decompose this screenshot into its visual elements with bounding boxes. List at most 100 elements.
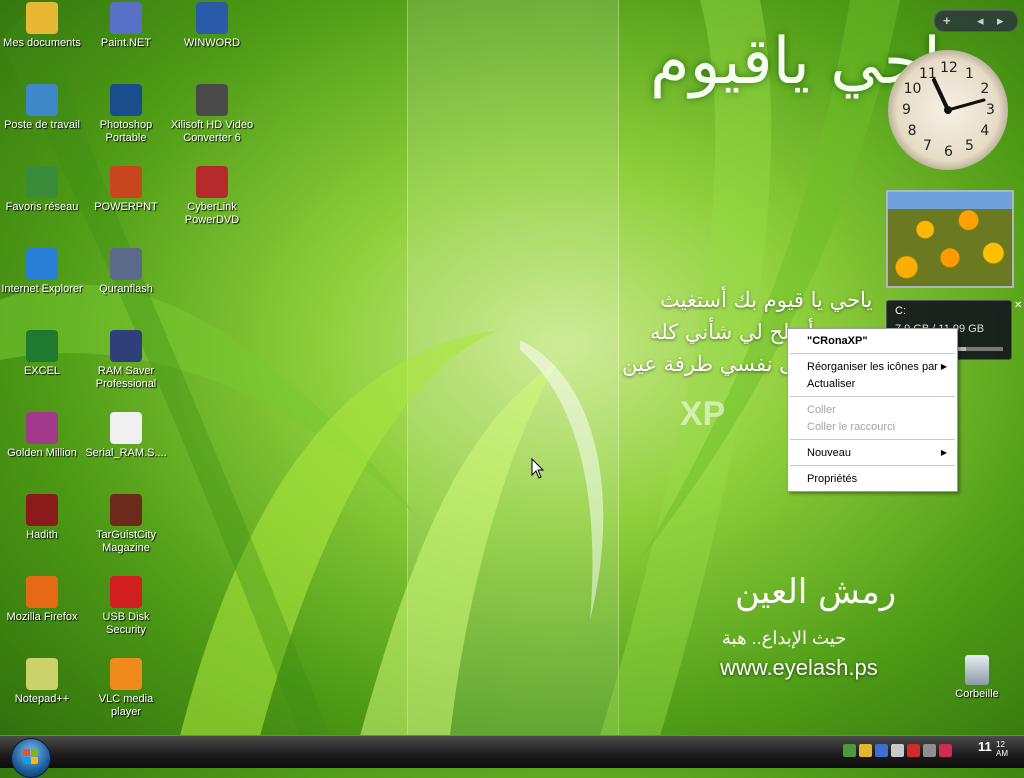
desktop-icon[interactable]: Notepad++: [0, 658, 84, 706]
desktop-icon-label: Favoris réseau: [5, 201, 79, 213]
menu-item-new[interactable]: Nouveau ▶: [807, 445, 951, 461]
desktop-icon[interactable]: Favoris réseau: [0, 166, 84, 214]
photoshop-icon: [110, 84, 142, 116]
menu-item-properties[interactable]: Propriétés: [807, 471, 951, 487]
system-tray: [843, 744, 952, 757]
desktop-icon[interactable]: VLC media player: [84, 658, 168, 719]
desktop-icon-label: Hadith: [26, 529, 58, 541]
clock-number: 3: [986, 102, 995, 118]
clock-number: 9: [902, 102, 911, 118]
desktop-icon[interactable]: EXCEL: [0, 330, 84, 378]
golden-million-icon: [26, 412, 58, 444]
notepad-icon: [26, 658, 58, 690]
desktop-icon[interactable]: USB Disk Security: [84, 576, 168, 637]
sidebar-add-button[interactable]: +: [943, 13, 951, 28]
shield-tray-icon[interactable]: [939, 744, 952, 757]
desktop-icon-label: EXCEL: [23, 365, 61, 377]
desktop-icon-label: CyberLink PowerDVD: [184, 201, 240, 226]
menu-item-new-label: Nouveau: [807, 447, 852, 459]
firefox-icon: [26, 576, 58, 608]
desktop-icon[interactable]: POWERPNT: [84, 166, 168, 214]
clock-minutes-ampm[interactable]: 12 AM: [996, 740, 1008, 758]
taskbar: 11 12 AM: [0, 735, 1024, 778]
clock-number: 6: [944, 144, 953, 160]
desktop-icon-label: Notepad++: [14, 693, 70, 705]
sidebar-prev-button[interactable]: ◂: [977, 13, 984, 29]
slideshow-gadget-photo[interactable]: [886, 190, 1014, 288]
paintnet-icon: [110, 2, 142, 34]
desktop-icon[interactable]: Serial_RAM.S....: [84, 412, 168, 460]
menu-item-refresh[interactable]: Actualiser: [807, 376, 951, 392]
desktop-icon[interactable]: Golden Million: [0, 412, 84, 460]
menu-separator: [790, 353, 955, 354]
desktop-icon-label: TarGuistCity Magazine: [96, 529, 156, 554]
quranflash-icon: [110, 248, 142, 280]
desktop-icon[interactable]: Poste de travail: [0, 84, 84, 132]
desktop-icon-label: Poste de travail: [4, 119, 80, 131]
sidebar-controls: + ◂ ▸: [934, 10, 1018, 32]
menu-separator: [790, 396, 955, 397]
desktop-icon-label: Xilisoft HD Video Converter 6: [170, 119, 254, 144]
desktop-icon-label: Photoshop Portable: [99, 119, 153, 144]
submenu-arrow-icon: ▶: [940, 448, 947, 457]
usb-tray-icon[interactable]: [907, 744, 920, 757]
sidebar-next-button[interactable]: ▸: [997, 13, 1004, 29]
menu-item-paste-shortcut[interactable]: Coller le raccourci: [807, 419, 951, 435]
desktop-icon[interactable]: Quranflash: [84, 248, 168, 296]
desktop-icon[interactable]: Hadith: [0, 494, 84, 542]
wallpaper-xp-logo: XP: [680, 395, 726, 433]
desktop-context-menu: "CRonaXP" Réorganiser les icônes par ▶ A…: [787, 328, 958, 492]
clock-number: 10: [903, 81, 922, 97]
clock-ampm: AM: [996, 749, 1008, 758]
notes-tray-icon[interactable]: [875, 744, 888, 757]
clock-gadget[interactable]: 12 1 2 3 4 5 6 7 8 9 10 11: [888, 50, 1008, 170]
menu-separator: [790, 465, 955, 466]
gadget-close-icon[interactable]: ✕: [1014, 300, 1022, 311]
desktop-icon[interactable]: Photoshop Portable: [84, 84, 168, 145]
desktop-icon[interactable]: RAM Saver Professional: [84, 330, 168, 391]
wallpaper-signature: رمش العين: [735, 572, 897, 612]
security-tray-icon[interactable]: [859, 744, 872, 757]
desktop-icon[interactable]: Mozilla Firefox: [0, 576, 84, 624]
word-icon: [196, 2, 228, 34]
clock-number: 2: [980, 81, 990, 97]
clock-number: 5: [965, 138, 974, 155]
menu-item-arrange-label: Réorganiser les icônes par: [807, 361, 938, 373]
menu-item-title[interactable]: "CRonaXP": [807, 333, 951, 349]
clock-hour[interactable]: 11: [978, 739, 992, 754]
clock-number: 4: [980, 123, 990, 139]
desktop-icon-label: RAM Saver Professional: [95, 365, 157, 390]
recycle-bin-icon: [965, 655, 989, 685]
menu-separator: [790, 439, 955, 440]
vlc-icon: [110, 658, 142, 690]
submenu-arrow-icon: ▶: [940, 362, 947, 371]
desktop-icon[interactable]: Mes documents: [0, 2, 84, 50]
ie-icon: [26, 248, 58, 280]
clock-number: 8: [907, 123, 917, 139]
volume-tray-icon[interactable]: [923, 744, 936, 757]
desktop-icon[interactable]: CyberLink PowerDVD: [170, 166, 254, 227]
menu-item-paste[interactable]: Coller: [807, 402, 951, 418]
desktop-icon-label: VLC media player: [98, 693, 154, 718]
desktop-icon[interactable]: Internet Explorer: [0, 248, 84, 296]
desktop-icon[interactable]: WINWORD: [170, 2, 254, 50]
desktop-icon[interactable]: TarGuistCity Magazine: [84, 494, 168, 555]
text-file-icon: [110, 412, 142, 444]
clock-number: 7: [923, 138, 932, 155]
menu-item-arrange-icons[interactable]: Réorganiser les icônes par ▶: [807, 359, 951, 375]
clock-number: 1: [965, 65, 974, 82]
desktop-icon[interactable]: Xilisoft HD Video Converter 6: [170, 84, 254, 145]
network-tray-icon[interactable]: [843, 744, 856, 757]
clock-number: 11: [919, 65, 937, 82]
windows-logo-icon: [23, 749, 39, 765]
recycle-bin[interactable]: Corbeille: [935, 655, 1019, 701]
desktop-icon-label: Serial_RAM.S....: [85, 447, 167, 459]
desktop-icon-label: USB Disk Security: [102, 611, 150, 636]
start-button[interactable]: [11, 738, 51, 778]
hadith-icon: [26, 494, 58, 526]
wallpaper-website: www.eyelash.ps: [720, 655, 878, 680]
desktop-icon[interactable]: Paint.NET: [84, 2, 168, 50]
display-tray-icon[interactable]: [891, 744, 904, 757]
excel-icon: [26, 330, 58, 362]
desktop-icon-label: Quranflash: [99, 283, 153, 295]
